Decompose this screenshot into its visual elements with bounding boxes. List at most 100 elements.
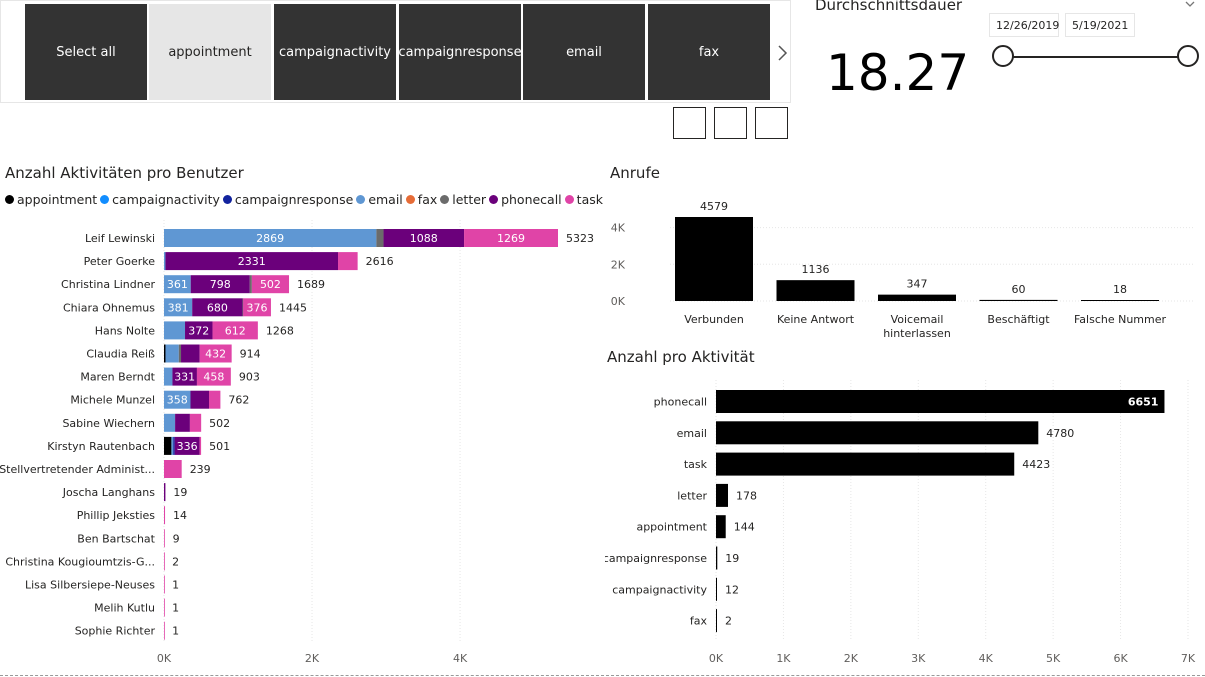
data-label: 680 xyxy=(207,301,228,314)
data-label: 1269 xyxy=(497,232,525,245)
x-category-label-line: Keine Antwort xyxy=(777,313,855,326)
slicer-tile-email[interactable]: email xyxy=(523,4,645,100)
legend-item-campaignactivity[interactable]: campaignactivity xyxy=(100,192,220,207)
legend-item-phonecall[interactable]: phonecall xyxy=(489,192,562,207)
data-label: 4423 xyxy=(1022,458,1050,471)
nav-box-1[interactable] xyxy=(673,107,706,139)
activity-type-slicer: Select all appointment campaignactivity … xyxy=(0,0,791,103)
bar-segment-phonecall xyxy=(181,344,200,363)
legend-item-email[interactable]: email xyxy=(356,192,403,207)
legend-item-task[interactable]: task xyxy=(564,192,603,207)
date-end-input[interactable]: 5/19/2021 xyxy=(1065,13,1135,37)
data-label: 12 xyxy=(725,583,739,596)
date-range-start-handle[interactable] xyxy=(992,45,1014,67)
y-category-label: Kirstyn Rautenbach xyxy=(47,440,155,453)
legend-marker xyxy=(100,195,110,204)
data-label: 1088 xyxy=(410,232,438,245)
bar-segment-phonecall xyxy=(175,413,190,432)
chevron-down-icon[interactable] xyxy=(1184,0,1196,10)
x-tick-label: 2K xyxy=(305,652,320,665)
bar-segment-email xyxy=(164,413,176,432)
bar-segment-task xyxy=(338,252,358,271)
nav-box-2[interactable] xyxy=(714,107,747,139)
y-category-label: Lisa Silbersiepe-Neuses xyxy=(25,579,155,592)
x-category-label: Verbunden xyxy=(684,313,744,326)
y-category-label: Michele Munzel xyxy=(70,394,155,407)
y-category-label: campaignresponse xyxy=(605,552,707,565)
bar-segment-appointment xyxy=(164,344,166,363)
bar-segment-task xyxy=(164,506,166,525)
legend-marker xyxy=(440,195,450,204)
slicer-tile-label: Select all xyxy=(56,44,116,60)
x-category-label: Voicemail hinterlassen xyxy=(883,313,951,340)
legend-marker xyxy=(564,195,574,204)
data-label: 19 xyxy=(725,552,739,565)
x-tick-label: 3K xyxy=(911,652,926,665)
y-category-label: Maren Berndt xyxy=(80,371,155,384)
y-category-label: Chiara Ohnemus xyxy=(63,301,155,314)
slicer-tile-label: campaignresponse xyxy=(398,44,522,60)
total-label: 903 xyxy=(239,371,260,384)
legend-item-campaignresponse[interactable]: campaignresponse xyxy=(222,192,353,207)
bar xyxy=(716,546,718,570)
bar xyxy=(716,452,1015,476)
data-label: 358 xyxy=(167,394,188,407)
bar xyxy=(716,421,1039,445)
total-label: 501 xyxy=(209,440,230,453)
bar-segment-task xyxy=(164,575,165,594)
bar-segment-task xyxy=(189,413,202,432)
nav-box-3[interactable] xyxy=(755,107,788,139)
data-label: 178 xyxy=(736,489,757,502)
data-label: 1136 xyxy=(802,263,830,276)
chart-title-users: Anzahl Aktivitäten pro Benutzer xyxy=(5,164,244,182)
chevron-right-icon[interactable] xyxy=(774,41,790,65)
y-category-label: Claudia Reiß xyxy=(86,348,155,361)
legend-item-appointment[interactable]: appointment xyxy=(5,192,97,207)
total-label: 9 xyxy=(173,532,180,545)
slicer-tile-fax[interactable]: fax xyxy=(648,4,770,100)
data-label: 376 xyxy=(247,301,268,314)
date-range-end-handle[interactable] xyxy=(1177,45,1199,67)
date-range-track[interactable] xyxy=(1003,56,1188,58)
total-label: 1689 xyxy=(297,278,325,291)
bar-segment-email xyxy=(164,252,166,271)
bar-segment-task xyxy=(164,598,165,617)
bar-segment-email xyxy=(164,321,186,340)
data-label: 4579 xyxy=(700,200,728,213)
y-category-label: Ben Bartschat xyxy=(77,532,155,545)
slicer-tile-campaignactivity[interactable]: campaignactivity xyxy=(274,4,396,100)
bar-segment-appointment xyxy=(164,436,172,455)
bar-segment-letter xyxy=(178,344,182,363)
slicer-tile-select-all[interactable]: Select all xyxy=(25,4,147,100)
y-category-label: Peter Goerke xyxy=(84,255,156,268)
x-category-label-line: Beschäftigt xyxy=(987,313,1050,326)
x-tick-label: 5K xyxy=(1046,652,1061,665)
slicer-tile-campaignresponse[interactable]: campaignresponse xyxy=(398,4,522,100)
slicer-tile-appointment[interactable]: appointment xyxy=(149,4,271,100)
bar xyxy=(716,577,717,601)
total-label: 2616 xyxy=(366,255,394,268)
data-label: 458 xyxy=(203,371,224,384)
bar-segment-phonecall xyxy=(190,390,210,409)
legend-label: fax xyxy=(417,192,438,207)
bar xyxy=(878,294,956,301)
y-category-label: Christina Lindner xyxy=(61,278,155,291)
legend-item-letter[interactable]: letter xyxy=(440,192,486,207)
legend-label: appointment xyxy=(17,192,98,207)
data-label: 2869 xyxy=(256,232,284,245)
data-label: 60 xyxy=(1012,283,1026,296)
bar xyxy=(1081,300,1159,301)
date-start-input[interactable]: 12/26/2019 xyxy=(989,13,1059,37)
card-title: Durchschnittsdauer xyxy=(815,0,963,14)
legend-item-fax[interactable]: fax xyxy=(405,192,438,207)
data-label: 336 xyxy=(177,440,198,453)
y-tick-label: 2K xyxy=(611,258,626,271)
data-label: 381 xyxy=(168,301,189,314)
legend-label: campaignactivity xyxy=(112,192,220,207)
total-label: 914 xyxy=(240,348,261,361)
x-tick-label: 1K xyxy=(776,652,791,665)
bar-segment-phonecall xyxy=(164,483,166,502)
bar-segment-task xyxy=(164,621,165,640)
x-category-label: Beschäftigt xyxy=(987,313,1050,326)
x-category-label-line: Falsche Nummer xyxy=(1074,313,1167,326)
